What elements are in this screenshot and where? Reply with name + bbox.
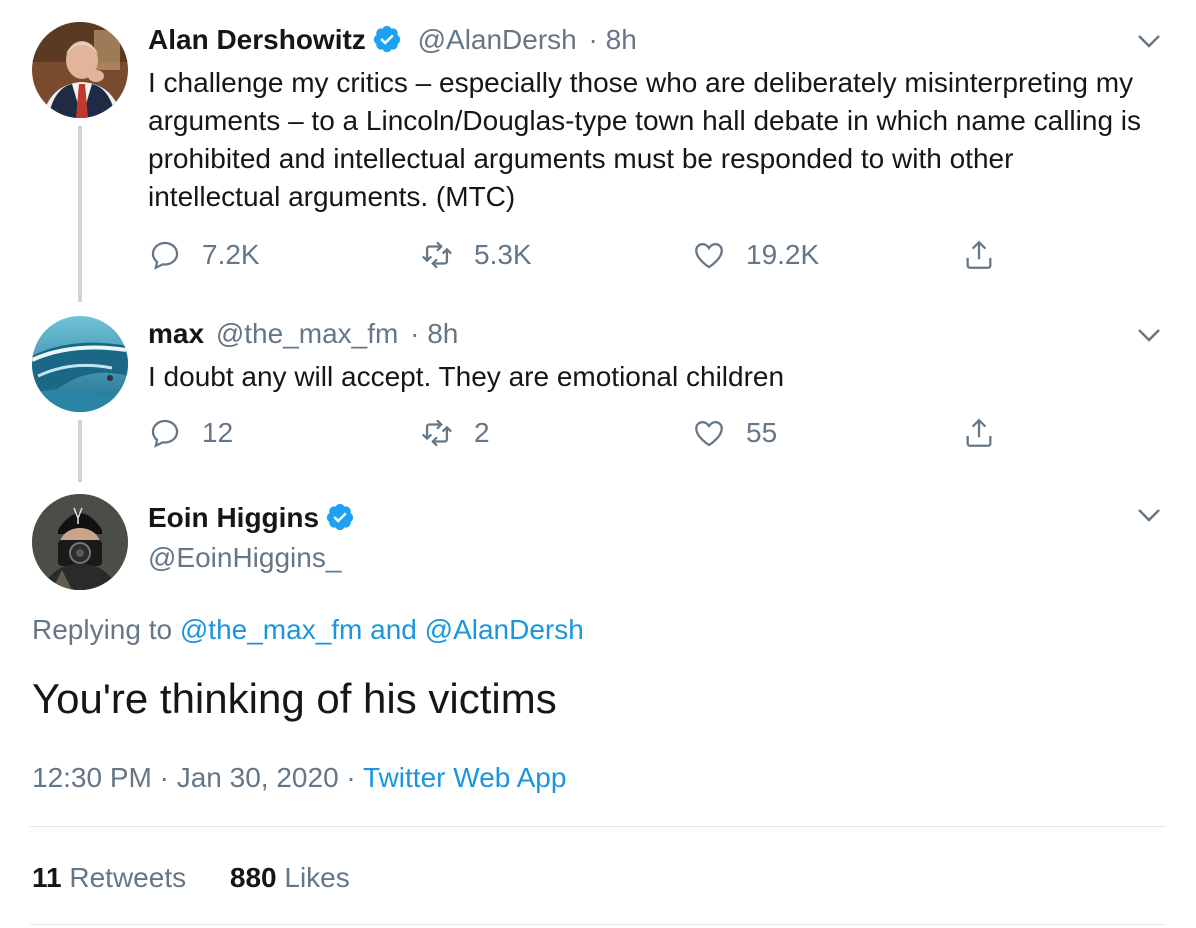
mention-link[interactable]: @the_max_fm — [180, 614, 363, 645]
author-handle[interactable]: @the_max_fm — [216, 318, 399, 349]
reply-count: 7.2K — [202, 239, 260, 270]
author-handle[interactable]: @AlanDersh — [418, 24, 577, 55]
like-button[interactable]: 55 — [692, 416, 777, 450]
author-name[interactable]: max — [148, 318, 204, 349]
tweet-header: max @the_max_fm · 8h — [148, 316, 458, 352]
avatar[interactable] — [32, 316, 128, 412]
tweet-text: I doubt any will accept. They are emotio… — [148, 361, 785, 392]
thread-line — [78, 126, 82, 302]
retweet-stat[interactable]: 11 Retweets — [32, 862, 194, 893]
author-handle[interactable]: @EoinHiggins_ — [148, 540, 355, 576]
replying-to: Replying to @the_max_fm and @AlanDersh — [32, 614, 584, 645]
author-name-row: Eoin Higgins — [148, 500, 355, 536]
source-link[interactable]: Twitter Web App — [363, 762, 566, 793]
reply-icon — [151, 241, 179, 270]
author-name[interactable]: Alan Dershowitz — [148, 24, 366, 55]
reply-button[interactable]: 7.2K — [148, 238, 260, 272]
chevron-down-icon[interactable] — [1134, 500, 1164, 530]
chevron-down-icon[interactable] — [1134, 26, 1164, 56]
tweet-time[interactable]: · 8h — [410, 318, 458, 349]
verified-icon — [325, 502, 355, 532]
tweet-time[interactable]: · 8h — [589, 24, 637, 55]
share-icon — [966, 418, 992, 447]
reply-count: 12 — [202, 417, 234, 448]
divider — [30, 826, 1166, 827]
retweet-count: 5.3K — [474, 239, 532, 270]
mention-link[interactable]: @AlanDersh — [425, 614, 584, 645]
like-count: 55 — [746, 417, 778, 448]
share-button[interactable] — [962, 416, 1016, 450]
retweet-button[interactable]: 5.3K — [420, 238, 532, 272]
engagement-stats: 11 Retweets 880 Likes — [32, 860, 350, 896]
reply-icon — [151, 419, 179, 448]
avatar[interactable] — [32, 22, 128, 118]
timestamp[interactable]: 12:30 PM · Jan 30, 2020 · — [32, 762, 356, 793]
divider — [30, 924, 1166, 925]
retweet-icon — [422, 241, 452, 269]
retweet-count: 2 — [474, 417, 490, 448]
tweet-text: I challenge my critics – especially thos… — [148, 67, 1142, 212]
retweet-button[interactable]: 2 — [420, 416, 490, 450]
main-tweet-text: You're thinking of his victims — [32, 675, 557, 722]
verified-icon — [372, 24, 402, 54]
share-button[interactable] — [962, 238, 1016, 272]
thread-line — [78, 420, 82, 482]
like-count: 19.2K — [746, 239, 820, 270]
avatar[interactable] — [32, 494, 128, 590]
share-icon — [966, 240, 992, 269]
like-icon — [695, 242, 723, 269]
author-name[interactable]: Eoin Higgins — [148, 502, 319, 533]
like-button[interactable]: 19.2K — [692, 238, 819, 272]
like-icon — [695, 420, 723, 447]
author-block: Eoin Higgins @EoinHiggins_ — [148, 500, 355, 576]
tweet-meta: 12:30 PM · Jan 30, 2020 · Twitter Web Ap… — [32, 760, 566, 796]
retweet-icon — [422, 419, 452, 447]
like-stat[interactable]: 880 Likes — [230, 862, 350, 893]
chevron-down-icon[interactable] — [1134, 320, 1164, 350]
tweet-header: Alan Dershowitz @AlanDersh · 8h — [148, 22, 637, 58]
reply-button[interactable]: 12 — [148, 416, 233, 450]
